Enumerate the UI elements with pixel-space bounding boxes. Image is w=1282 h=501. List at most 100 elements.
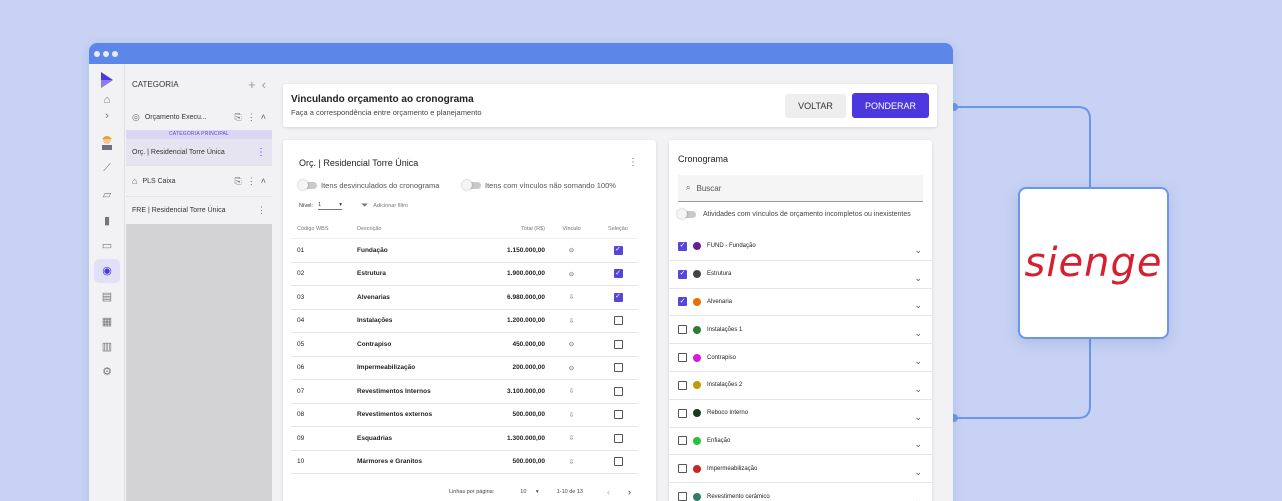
chart-line-icon[interactable]: ⟋ xyxy=(89,162,125,175)
toggle-switch[interactable] xyxy=(462,180,481,190)
arrow-down-icon[interactable]: ⇩ xyxy=(545,317,598,325)
link-icon[interactable]: ⊖ xyxy=(545,340,598,348)
category-item[interactable]: ◎ Orçamento Execu... ⎘ ⋮ ˄ xyxy=(126,104,272,130)
table-row[interactable]: 09 Esquadrias 1.300.000,00 ⇩ xyxy=(291,427,638,451)
row-checkbox[interactable] xyxy=(613,363,623,373)
activity-checkbox[interactable] xyxy=(678,353,687,363)
row-checkbox[interactable]: ✓ xyxy=(613,269,623,279)
nivel-select[interactable]: 1 ▾ xyxy=(318,202,343,210)
add-icon[interactable]: + xyxy=(248,77,256,92)
building-icon[interactable]: ▥ xyxy=(89,340,125,353)
category-selected-item[interactable]: Orç. | Residencial Torre Única ⋮ xyxy=(126,139,272,165)
row-checkbox[interactable] xyxy=(613,410,623,420)
window-dot[interactable] xyxy=(112,50,118,57)
activity-item[interactable]: Instalações 2 ⌄ xyxy=(669,372,932,400)
activity-checkbox[interactable]: ✓ xyxy=(678,297,687,307)
row-checkbox[interactable]: ✓ xyxy=(613,245,623,255)
activity-item[interactable]: Revestimento cerâmico ⌄ xyxy=(669,483,932,501)
activity-checkbox[interactable] xyxy=(678,325,687,335)
activity-item[interactable]: ✓ FUND - Fundação ⌄ xyxy=(669,233,932,261)
table-row[interactable]: 10 Mármores e Granitos 500.000,00 ⇩ xyxy=(291,451,638,474)
toggle-incomplete[interactable]: Atividades com vínculos de orçamento inc… xyxy=(677,209,918,219)
table-row[interactable]: 08 Revestimentos externos 500.000,00 ⇩ xyxy=(291,404,638,427)
rows-per-page-select[interactable]: 10 ▾ xyxy=(520,489,538,495)
col-header[interactable]: Seleção xyxy=(598,226,638,232)
activity-item[interactable]: Reboco Interno ⌄ xyxy=(669,400,932,428)
toggle-not-100[interactable]: Itens com vínculos não somando 100% xyxy=(462,180,616,190)
activity-item[interactable]: ✓ Alvenaria ⌄ xyxy=(669,289,932,317)
home-icon[interactable]: ⌂ xyxy=(89,94,125,106)
col-header[interactable]: Total (R$) xyxy=(467,226,545,232)
gear-icon[interactable]: ⚙ xyxy=(89,365,125,378)
card-icon[interactable]: ▭ xyxy=(89,239,125,252)
layers-icon[interactable]: ▱ xyxy=(89,188,125,201)
more-icon[interactable]: ⋮ xyxy=(247,176,256,187)
chevron-down-icon[interactable]: ⌄ xyxy=(914,412,922,423)
chevron-down-icon[interactable]: ⌄ xyxy=(914,328,922,339)
table-row[interactable]: 02 Estrutura 1.900.000,00 ⊖ ✓ xyxy=(291,263,638,286)
row-checkbox[interactable] xyxy=(613,433,623,443)
app-logo-icon[interactable] xyxy=(89,71,125,89)
toggle-switch[interactable] xyxy=(298,180,317,190)
add-filter-button[interactable]: Adicionar filtro xyxy=(373,203,408,209)
prev-page-icon[interactable]: ‹ xyxy=(607,487,610,497)
row-checkbox[interactable]: ✓ xyxy=(613,292,623,302)
back-button[interactable]: VOLTAR xyxy=(785,93,846,118)
avatar[interactable] xyxy=(89,134,125,150)
chevron-down-icon[interactable]: ⌄ xyxy=(914,356,922,367)
window-dot[interactable] xyxy=(94,50,100,57)
col-header[interactable]: Código WBS xyxy=(291,226,357,232)
activity-checkbox[interactable] xyxy=(678,408,687,418)
activity-checkbox[interactable]: ✓ xyxy=(678,241,687,251)
chevron-down-icon[interactable]: ⌄ xyxy=(914,273,922,284)
col-header[interactable]: Vínculo xyxy=(545,226,598,232)
more-icon[interactable]: ⋮ xyxy=(247,112,256,123)
export-icon[interactable]: ⎘ xyxy=(235,112,242,123)
bar-chart-icon[interactable]: ▮ xyxy=(89,214,125,227)
next-page-icon[interactable]: › xyxy=(628,487,631,497)
activity-checkbox[interactable]: ✓ xyxy=(678,269,687,279)
arrow-down-icon[interactable]: ⇩ xyxy=(545,434,598,442)
activity-item[interactable]: Impermeabilização ⌄ xyxy=(669,455,932,484)
more-icon[interactable]: ⋮ xyxy=(628,157,638,168)
activity-item[interactable]: Instalações 1 ⌄ xyxy=(669,316,932,345)
activity-checkbox[interactable] xyxy=(678,492,687,501)
category-item[interactable]: FRE | Residencial Torre Única ⋮ xyxy=(126,196,272,224)
col-header[interactable]: Descrição xyxy=(357,226,467,232)
money-icon[interactable]: ◉ xyxy=(89,264,125,277)
chevron-down-icon[interactable]: ⌄ xyxy=(914,467,922,478)
chevron-down-icon[interactable]: ⌄ xyxy=(914,245,922,256)
arrow-down-icon[interactable]: ⇩ xyxy=(545,387,598,395)
calendar-icon[interactable]: ▦ xyxy=(89,315,125,328)
chevron-up-icon[interactable]: ˄ xyxy=(261,112,266,122)
ponderar-button[interactable]: PONDERAR xyxy=(852,93,929,118)
more-icon[interactable]: ⋮ xyxy=(257,205,266,216)
search-input[interactable]: ⌕ Buscar xyxy=(678,175,923,202)
activity-item[interactable]: ✓ Estrutura ⌄ xyxy=(669,261,932,289)
activity-checkbox[interactable] xyxy=(678,436,687,446)
toggle-unlinked[interactable]: Itens desvinculados do cronograma xyxy=(298,180,439,190)
table-row[interactable]: 03 Alvenarias 6.980.000,00 ⇩ ✓ xyxy=(291,286,638,310)
arrow-down-icon[interactable]: ⇩ xyxy=(545,293,598,301)
chevron-down-icon[interactable]: ⌄ xyxy=(914,439,922,450)
collapse-icon[interactable]: ‹ xyxy=(262,77,266,92)
more-icon[interactable]: ⋮ xyxy=(256,147,266,158)
activity-checkbox[interactable] xyxy=(678,464,687,474)
activity-item[interactable]: Contrapiso ⌄ xyxy=(669,344,932,372)
activity-checkbox[interactable] xyxy=(678,380,687,390)
window-dot[interactable] xyxy=(103,50,109,57)
calculator-icon[interactable]: ▤ xyxy=(89,290,125,303)
arrow-down-icon[interactable]: ⇩ xyxy=(545,458,598,466)
export-icon[interactable]: ⎘ xyxy=(235,176,242,187)
chevron-right-icon[interactable]: › xyxy=(89,110,125,122)
filter-icon[interactable]: ⏷ xyxy=(361,200,368,211)
link-icon[interactable]: ⊖ xyxy=(545,246,598,254)
table-row[interactable]: 05 Contrapiso 450.000,00 ⊖ xyxy=(291,333,638,357)
toggle-switch[interactable] xyxy=(677,209,696,219)
table-row[interactable]: 01 Fundação 1.150.000,00 ⊖ ✓ xyxy=(291,239,638,263)
row-checkbox[interactable] xyxy=(613,316,623,326)
chevron-down-icon[interactable]: ⌄ xyxy=(914,384,922,395)
chevron-down-icon[interactable]: ⌄ xyxy=(914,495,922,501)
table-row[interactable]: 04 Instalações 1.200.000,00 ⇩ xyxy=(291,310,638,333)
row-checkbox[interactable] xyxy=(613,386,623,396)
